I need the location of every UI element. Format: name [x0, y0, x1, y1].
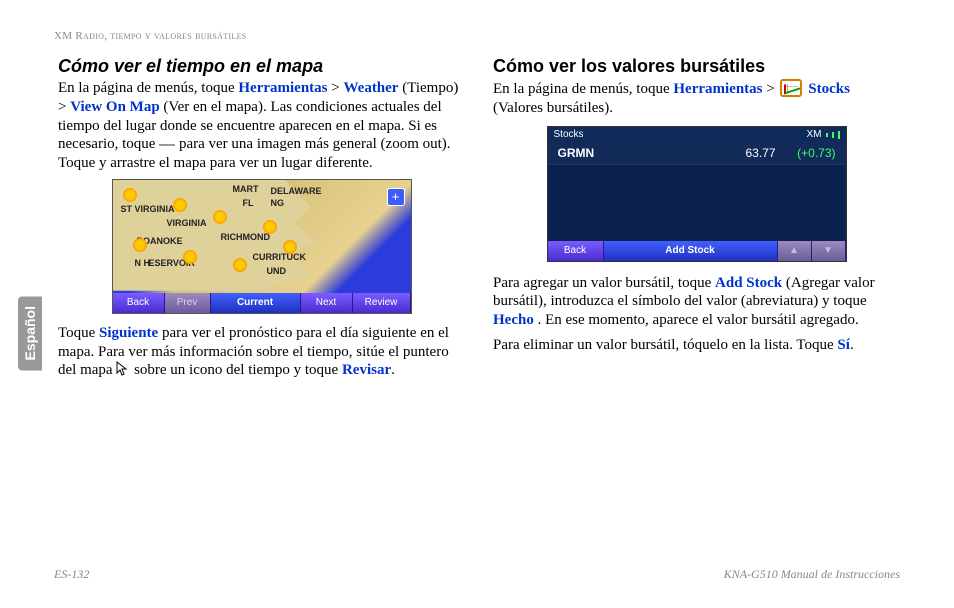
- text: sobre un icono del tiempo y toque: [134, 362, 342, 378]
- map-label-currituck: CURRITUCK: [253, 252, 307, 262]
- scroll-down-button[interactable]: ▼: [812, 241, 846, 261]
- hecho-link: Hecho: [493, 312, 534, 328]
- stocks-title-text: Stocks: [554, 129, 584, 140]
- zoom-in-button[interactable]: +: [387, 188, 405, 206]
- right-column: Cómo ver los valores bursátiles En la pá…: [493, 56, 900, 386]
- si-link: Sí: [837, 337, 850, 353]
- stocks-body: GRMN 63.77 (+0.73): [548, 143, 846, 241]
- text: Para agregar un valor bursátil, toque: [493, 275, 715, 291]
- addstock-link: Add Stock: [715, 275, 782, 291]
- stocks-link: Stocks: [808, 81, 850, 97]
- sun-icon: [173, 198, 187, 212]
- map-label-wv: ST VIRGINIA: [121, 204, 175, 214]
- map-label-mart: MART: [233, 184, 259, 194]
- zoom-out-icon: [159, 144, 175, 146]
- scroll-up-button[interactable]: ▲: [778, 241, 812, 261]
- prev-button[interactable]: Prev: [165, 293, 211, 313]
- text: (Valores bursátiles).: [493, 100, 613, 116]
- stocks-toolbar: Back Add Stock ▲ ▼: [548, 241, 846, 261]
- sun-icon: [123, 188, 137, 202]
- language-tab: Español: [18, 296, 42, 370]
- map-label-und: UND: [267, 266, 287, 276]
- weather-p1: En la página de menús, toque Herramienta…: [58, 79, 465, 173]
- stocks-p3: Para eliminar un valor bursátil, tóquelo…: [493, 336, 900, 355]
- cursor-icon: [116, 361, 130, 377]
- stocks-screenshot: Stocks XM GRMN 63.77 (+0.73) Back Add St…: [547, 126, 847, 262]
- stock-row[interactable]: GRMN 63.77 (+0.73): [548, 143, 846, 165]
- map-label-de: DELAWARE: [271, 186, 322, 196]
- current-button[interactable]: Current: [211, 293, 301, 313]
- map-label-richmond: RICHMOND: [221, 232, 271, 242]
- map-label-fl: FL: [243, 198, 254, 208]
- tools-link: Herramientas: [238, 80, 327, 96]
- map-label-ng: NG: [271, 198, 285, 208]
- stocks-icon: [780, 79, 802, 97]
- add-stock-button[interactable]: Add Stock: [604, 241, 778, 261]
- viewonmap-link: View On Map: [70, 99, 159, 115]
- weather-screenshot: ST VIRGINIA VIRGINIA DELAWARE MART FL NG…: [112, 179, 412, 314]
- sun-icon: [263, 220, 277, 234]
- text: Toque: [58, 325, 99, 341]
- back-button[interactable]: Back: [113, 293, 165, 313]
- signal-bar-icon: [838, 131, 840, 139]
- stocks-title: Cómo ver los valores bursátiles: [493, 56, 900, 77]
- content-columns: Cómo ver el tiempo en el mapa En la pági…: [58, 56, 900, 386]
- next-button[interactable]: Next: [301, 293, 353, 313]
- manual-title: KNA-G510 Manual de Instrucciones: [724, 567, 900, 582]
- sun-icon: [183, 250, 197, 264]
- siguiente-link: Siguiente: [99, 325, 158, 341]
- weather-toolbar: Back Prev Current Next Review: [113, 293, 411, 313]
- sep: >: [331, 80, 343, 96]
- page-header: XM Radio, tiempo y valores bursátiles: [54, 30, 247, 42]
- review-button[interactable]: Review: [353, 293, 411, 313]
- signal-bar-icon: [832, 132, 834, 138]
- sun-icon: [133, 238, 147, 252]
- map-label-va: VIRGINIA: [167, 218, 207, 228]
- period: .: [391, 362, 395, 378]
- page-number: ES-132: [54, 567, 89, 582]
- weather-title: Cómo ver el tiempo en el mapa: [58, 56, 465, 77]
- stock-symbol: GRMN: [558, 146, 716, 160]
- page-footer: ES-132 KNA-G510 Manual de Instrucciones: [54, 567, 900, 582]
- stock-price: 63.77: [716, 146, 776, 160]
- weather-link: Weather: [343, 80, 398, 96]
- stocks-titlebar: Stocks XM: [548, 127, 846, 143]
- sep: >: [766, 81, 778, 97]
- revisar-link: Revisar: [342, 362, 391, 378]
- xm-label: XM: [807, 129, 822, 140]
- text: En la página de menús, toque: [58, 80, 238, 96]
- weather-p2: Toque Siguiente para ver el pronóstico p…: [58, 324, 465, 380]
- signal-bar-icon: [826, 133, 828, 137]
- period: .: [850, 337, 854, 353]
- stocks-p2: Para agregar un valor bursátil, toque Ad…: [493, 274, 900, 330]
- left-column: Cómo ver el tiempo en el mapa En la pági…: [58, 56, 465, 386]
- back-button[interactable]: Back: [548, 241, 604, 261]
- xm-indicator: XM: [807, 129, 840, 140]
- text: . En ese momento, aparece el valor bursá…: [538, 312, 859, 328]
- sun-icon: [213, 210, 227, 224]
- stock-change: (+0.73): [776, 146, 836, 160]
- tools-link: Herramientas: [673, 81, 762, 97]
- text: Para eliminar un valor bursátil, tóquelo…: [493, 337, 837, 353]
- stocks-p1: En la página de menús, toque Herramienta…: [493, 79, 900, 118]
- sun-icon: [283, 240, 297, 254]
- text: En la página de menús, toque: [493, 81, 673, 97]
- sun-icon: [233, 258, 247, 272]
